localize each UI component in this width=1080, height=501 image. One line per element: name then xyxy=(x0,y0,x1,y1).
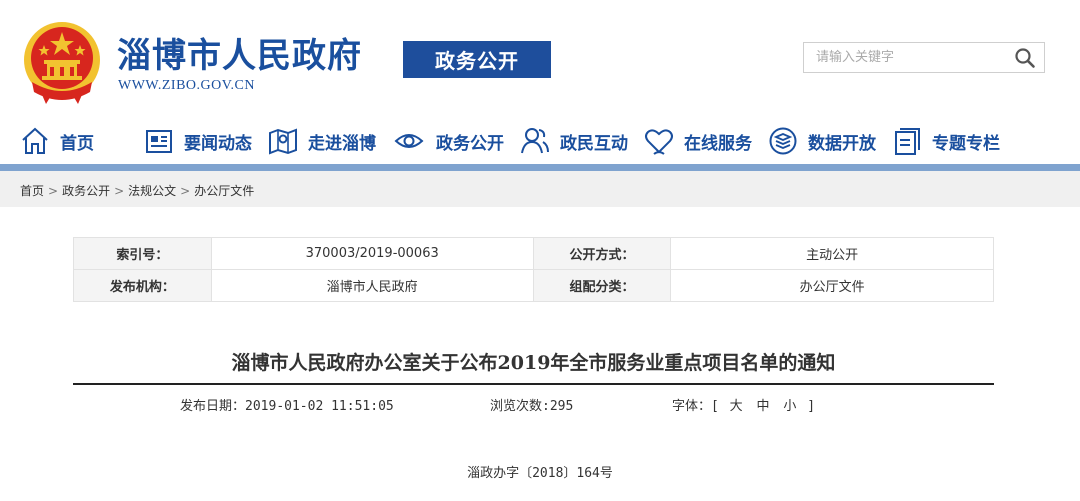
search-box xyxy=(803,42,1045,73)
breadcrumb-item-office-docs[interactable]: 办公厅文件 xyxy=(194,182,254,199)
font-size-label: 字体： xyxy=(672,399,712,414)
category-label: 组配分类： xyxy=(532,269,672,302)
national-emblem-icon[interactable] xyxy=(22,20,102,106)
publish-date-label: 发布日期： xyxy=(180,399,246,414)
nav-item-services[interactable]: 在线服务 xyxy=(644,118,752,164)
people-icon xyxy=(521,128,549,154)
breadcrumb-separator: > xyxy=(180,183,191,198)
nav-label: 要闻动态 xyxy=(184,133,252,154)
section-badge[interactable]: 政务公开 xyxy=(403,41,551,78)
index-value: 370003/2019-00063 xyxy=(210,237,534,270)
font-size-control: 字体：[ 大 中 小 ] xyxy=(672,395,815,414)
nav-item-data[interactable]: 数据开放 xyxy=(768,118,876,164)
nav-item-topics[interactable]: 专题专栏 xyxy=(892,118,1000,164)
publish-date: 发布日期：2019-01-02 11:51:05 xyxy=(180,395,394,414)
breadcrumb-item-open-gov[interactable]: 政务公开 xyxy=(62,182,110,199)
data-icon xyxy=(769,127,797,155)
nav-divider xyxy=(0,164,1080,171)
home-icon xyxy=(22,127,48,154)
publisher-value: 淄博市人民政府 xyxy=(210,269,534,302)
font-small-button[interactable]: 小 xyxy=(780,399,799,414)
category-value: 办公厅文件 xyxy=(670,269,994,302)
heart-icon xyxy=(645,129,673,155)
article-title: 淄博市人民政府办公室关于公布2019年全市服务业重点项目名单的通知 xyxy=(231,352,836,374)
view-count-label: 浏览次数: xyxy=(490,399,550,414)
folder-icon xyxy=(895,128,920,155)
nav-label: 首页 xyxy=(60,133,94,154)
table-row: 索引号： 370003/2019-00063 公开方式： 主动公开 xyxy=(73,237,994,270)
index-label: 索引号： xyxy=(73,237,212,270)
eye-icon xyxy=(394,134,424,148)
breadcrumb-separator: > xyxy=(114,183,125,198)
document-number: 淄政办字〔2018〕164号 xyxy=(467,466,613,481)
title-divider xyxy=(73,383,994,385)
view-count: 浏览次数:295 xyxy=(490,395,573,414)
breadcrumb: 首页 > 政务公开 > 法规公文 > 办公厅文件 xyxy=(20,182,254,199)
font-medium-button[interactable]: 中 xyxy=(754,399,773,414)
news-icon xyxy=(146,130,172,153)
site-url[interactable]: WWW.ZIBO.GOV.CN xyxy=(118,78,255,94)
view-count-value: 295 xyxy=(549,399,574,414)
breadcrumb-bar: 首页 > 政务公开 > 法规公文 > 办公厅文件 xyxy=(0,171,1080,207)
font-large-button[interactable]: 大 xyxy=(727,399,746,414)
nav-item-home[interactable]: 首页 xyxy=(20,118,94,164)
breadcrumb-item-regulations[interactable]: 法规公文 xyxy=(128,182,176,199)
site-header: 淄博市人民政府 WWW.ZIBO.GOV.CN 政务公开 xyxy=(0,0,1080,110)
breadcrumb-separator: > xyxy=(48,183,59,198)
open-mode-value: 主动公开 xyxy=(670,237,994,270)
search-icon[interactable] xyxy=(1014,47,1036,69)
search-input[interactable] xyxy=(804,43,1004,72)
table-row: 发布机构： 淄博市人民政府 组配分类： 办公厅文件 xyxy=(73,269,994,302)
nav-item-news[interactable]: 要闻动态 xyxy=(144,118,252,164)
publisher-label: 发布机构： xyxy=(73,269,212,302)
nav-label: 走进淄博 xyxy=(308,133,376,154)
nav-label: 政务公开 xyxy=(436,133,504,154)
publish-date-value: 2019-01-02 11:51:05 xyxy=(245,399,394,414)
nav-label: 在线服务 xyxy=(684,133,752,154)
nav-item-interaction[interactable]: 政民互动 xyxy=(520,118,628,164)
font-bracket-close: ] xyxy=(807,399,816,414)
nav-item-about[interactable]: 走进淄博 xyxy=(268,118,376,164)
document-info-table: 索引号： 370003/2019-00063 公开方式： 主动公开 发布机构： … xyxy=(73,237,994,302)
breadcrumb-item-home[interactable]: 首页 xyxy=(20,182,44,199)
nav-label: 专题专栏 xyxy=(932,133,1000,154)
main-nav: 首页 要闻动态 走进淄博 政务公开 政民互动 在线服务 数据开放 专题专栏 xyxy=(0,118,1080,164)
open-mode-label: 公开方式： xyxy=(532,237,672,270)
site-title[interactable]: 淄博市人民政府 xyxy=(117,36,362,76)
nav-label: 政民互动 xyxy=(560,133,628,154)
nav-label: 数据开放 xyxy=(808,133,876,154)
map-icon xyxy=(269,128,297,155)
font-bracket-open: [ xyxy=(711,399,719,414)
nav-item-open-gov[interactable]: 政务公开 xyxy=(392,118,504,164)
